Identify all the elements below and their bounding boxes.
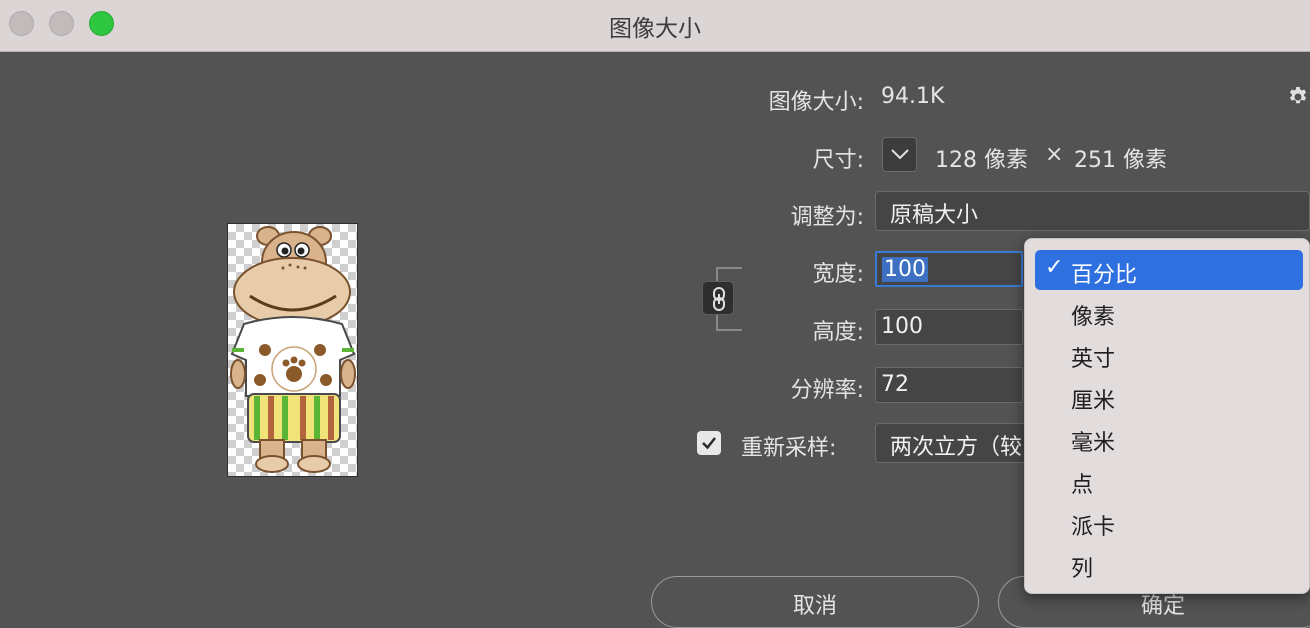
height-label: 高度: [812,320,864,345]
width-label: 宽度: [812,262,864,287]
link-icon [713,287,725,311]
image-preview[interactable] [227,223,358,477]
resolution-input[interactable]: 72 [875,367,1023,403]
dimensions-label: 尺寸: [812,148,864,173]
menu-item-columns[interactable]: 列 [1035,544,1303,584]
menu-item-inches[interactable]: 英寸 [1035,334,1303,374]
window-title: 图像大小 [609,16,701,42]
constrain-proportions-button[interactable] [702,281,734,315]
fit-to-label: 调整为: [790,205,864,230]
width-value: 100 [882,257,928,282]
resolution-value: 72 [881,372,909,397]
menu-item-label: 派卡 [1071,515,1116,540]
resample-label: 重新采样: [741,436,837,461]
menu-item-percent[interactable]: ✓ 百分比 [1035,250,1303,290]
menu-item-points[interactable]: 点 [1035,460,1303,500]
checkmark-icon: ✓ [1045,255,1064,280]
resample-value: 两次立方（较 [890,435,1023,460]
image-size-value: 94.1K [881,84,945,109]
resolution-label: 分辨率: [790,378,864,403]
menu-item-pixels[interactable]: 像素 [1035,292,1303,332]
fit-to-value: 原稿大小 [890,203,979,228]
title-bar: 图像大小 [0,0,1310,52]
dimensions-unit-dropdown[interactable] [882,137,917,172]
chevron-down-icon [891,149,909,160]
height-input[interactable]: 100 [875,309,1023,345]
dimensions-times-sign: × [1045,142,1064,167]
dimensions-height-value: 251 像素 [1074,148,1167,173]
hippo-illustration [230,226,356,473]
menu-item-millimeters[interactable]: 毫米 [1035,418,1303,458]
menu-item-label: 厘米 [1071,389,1116,414]
menu-item-centimeters[interactable]: 厘米 [1035,376,1303,416]
fit-to-select[interactable]: 原稿大小 [875,191,1310,231]
gear-icon[interactable] [1286,83,1310,107]
dimensions-width-value: 128 像素 [935,148,1028,173]
menu-item-label: 列 [1071,557,1094,582]
menu-item-label: 英寸 [1071,347,1116,372]
checkmark-icon [702,437,716,450]
menu-item-label: 百分比 [1071,263,1138,288]
width-input[interactable]: 100 [875,251,1023,287]
menu-item-label: 像素 [1071,305,1116,330]
menu-item-picas[interactable]: 派卡 [1035,502,1303,542]
resample-checkbox[interactable] [697,431,721,455]
menu-item-label: 点 [1071,473,1094,498]
cancel-button[interactable]: 取消 [651,576,979,628]
height-value: 100 [881,314,923,339]
image-size-label: 图像大小: [768,90,864,115]
unit-menu: ✓ 百分比 像素 英寸 厘米 毫米 点 派卡 列 [1024,238,1310,594]
menu-item-label: 毫米 [1071,431,1116,456]
